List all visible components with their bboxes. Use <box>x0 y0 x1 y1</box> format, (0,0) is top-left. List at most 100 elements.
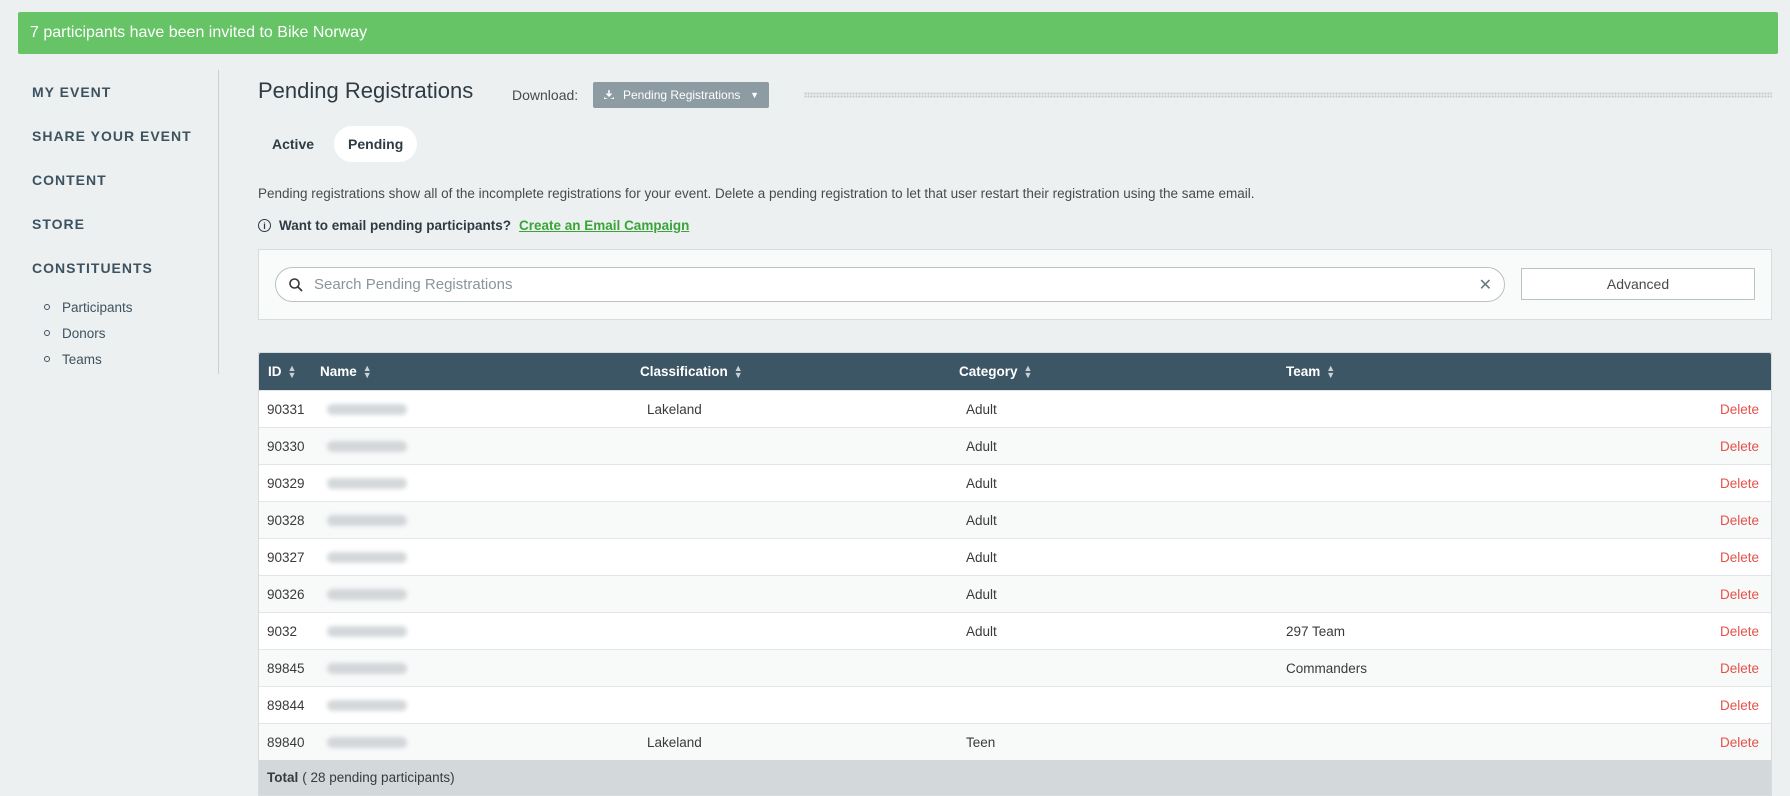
redacted-name <box>327 403 407 415</box>
sort-icon: ▲ ▼ <box>362 362 372 380</box>
cell-category: Adult <box>966 401 997 417</box>
sidebar-item-my-event[interactable]: MY EVENT <box>32 84 111 100</box>
delete-button[interactable]: Delete <box>1720 539 1759 575</box>
sidebar-subitem-teams[interactable]: Teams <box>44 346 133 372</box>
sidebar-subitem-participants[interactable]: Participants <box>44 294 133 320</box>
cell-id: 9032 <box>267 623 298 639</box>
sidebar-item-constituents[interactable]: CONSTITUENTS <box>32 260 153 276</box>
constituents-sub-list: Participants Donors Teams <box>44 294 133 372</box>
total-label: Total <box>267 770 299 785</box>
table-row: 89845 Commanders Delete <box>259 649 1771 686</box>
column-header-category[interactable]: Category ▲ ▼ <box>959 353 1032 390</box>
sort-icon: ▲ ▼ <box>733 362 743 380</box>
create-email-campaign-link[interactable]: Create an Email Campaign <box>519 218 689 233</box>
cell-id: 90327 <box>267 549 305 565</box>
total-count: ( 28 pending participants) <box>302 770 455 785</box>
sidebar-item-content[interactable]: CONTENT <box>32 172 107 188</box>
cell-category: Adult <box>966 623 997 639</box>
delete-button[interactable]: Delete <box>1720 724 1759 760</box>
sort-icon: ▲ ▼ <box>287 362 297 380</box>
column-header-name[interactable]: Name ▲ ▼ <box>320 353 372 390</box>
table-row: 90330 Adult Delete <box>259 427 1771 464</box>
delete-button[interactable]: Delete <box>1720 613 1759 649</box>
column-header-label: Classification <box>640 364 728 379</box>
table-footer: Total ( 28 pending participants) <box>259 760 1771 795</box>
dotted-divider <box>804 92 1772 98</box>
delete-button[interactable]: Delete <box>1720 687 1759 723</box>
table-row: 90327 Adult Delete <box>259 538 1771 575</box>
column-header-id[interactable]: ID ▲ ▼ <box>268 353 296 390</box>
delete-button[interactable]: Delete <box>1720 465 1759 501</box>
cell-name-redacted <box>327 613 407 649</box>
sort-icon: ▲ ▼ <box>1023 362 1033 380</box>
advanced-search-button[interactable]: Advanced <box>1521 268 1755 300</box>
delete-button[interactable]: Delete <box>1720 502 1759 538</box>
pending-registrations-table: ID ▲ ▼ Name ▲ ▼ Classification ▲ ▼ Category… <box>258 352 1772 796</box>
sidebar: MY EVENT SHARE YOUR EVENT CONTENT STORE … <box>0 70 219 374</box>
page-description: Pending registrations show all of the in… <box>258 186 1255 201</box>
cell-name-redacted <box>327 391 407 427</box>
download-icon <box>604 90 614 99</box>
delete-button[interactable]: Delete <box>1720 576 1759 612</box>
sidebar-item-share-your-event[interactable]: SHARE YOUR EVENT <box>32 128 192 144</box>
cell-name-redacted <box>327 539 407 575</box>
cell-name-redacted <box>327 650 407 686</box>
tab-pending[interactable]: Pending <box>334 126 418 162</box>
table-row: 90331 Lakeland Adult Delete <box>259 390 1771 427</box>
table-row: 90328 Adult Delete <box>259 501 1771 538</box>
clear-search-icon[interactable]: ✕ <box>1479 275 1492 295</box>
cell-id: 89844 <box>267 697 305 713</box>
cell-name-redacted <box>327 576 407 612</box>
delete-button[interactable]: Delete <box>1720 391 1759 427</box>
search-panel: ✕ Advanced <box>258 249 1772 320</box>
email-prompt: Want to email pending participants? <box>279 218 512 233</box>
cell-team: Commanders <box>1286 660 1368 676</box>
cell-name-redacted <box>327 502 407 538</box>
sidebar-item-store[interactable]: STORE <box>32 216 85 232</box>
column-header-label: Name <box>320 364 357 379</box>
cell-category: Adult <box>966 512 997 528</box>
column-header-label: ID <box>268 364 282 379</box>
cell-id: 90328 <box>267 512 305 528</box>
download-label: Download: <box>512 87 579 103</box>
cell-category: Teen <box>966 734 996 750</box>
redacted-name <box>327 551 407 563</box>
redacted-name <box>327 440 407 452</box>
caret-down-icon: ▼ <box>750 90 759 100</box>
cell-id: 89840 <box>267 734 305 750</box>
delete-button[interactable]: Delete <box>1720 650 1759 686</box>
table-body: 90331 Lakeland Adult Delete 90330 Adult … <box>259 390 1771 760</box>
page-title: Pending Registrations <box>258 78 474 103</box>
table-header: ID ▲ ▼ Name ▲ ▼ Classification ▲ ▼ Category… <box>259 353 1771 390</box>
table-row: 90329 Adult Delete <box>259 464 1771 501</box>
redacted-name <box>327 625 407 637</box>
table-row: 90326 Adult Delete <box>259 575 1771 612</box>
download-dropdown-button[interactable]: Pending Registrations ▼ <box>593 82 769 108</box>
email-info-line: i Want to email pending participants? Cr… <box>258 218 689 233</box>
cell-name-redacted <box>327 687 407 723</box>
table-row: 9032 Adult 297 Team Delete <box>259 612 1771 649</box>
cell-category: Adult <box>966 586 997 602</box>
tab-active[interactable]: Active <box>258 126 328 162</box>
redacted-name <box>327 588 407 600</box>
redacted-name <box>327 736 407 748</box>
column-header-label: Category <box>959 364 1018 379</box>
column-header-label: Team <box>1286 364 1321 379</box>
cell-team: 297 Team <box>1286 623 1346 639</box>
delete-button[interactable]: Delete <box>1720 428 1759 464</box>
cell-name-redacted <box>327 465 407 501</box>
cell-id: 90331 <box>267 401 305 417</box>
cell-category: Adult <box>966 549 997 565</box>
sidebar-subitem-donors[interactable]: Donors <box>44 320 133 346</box>
search-box: ✕ <box>275 267 1505 302</box>
redacted-name <box>327 514 407 526</box>
cell-id: 90329 <box>267 475 305 491</box>
search-input[interactable] <box>312 275 1479 294</box>
cell-classification: Lakeland <box>647 401 702 417</box>
redacted-name <box>327 662 407 674</box>
cell-name-redacted <box>327 428 407 464</box>
column-header-team[interactable]: Team ▲ ▼ <box>1286 353 1335 390</box>
column-header-classification[interactable]: Classification ▲ ▼ <box>640 353 743 390</box>
cell-id: 90326 <box>267 586 305 602</box>
table-row: 89844 Delete <box>259 686 1771 723</box>
